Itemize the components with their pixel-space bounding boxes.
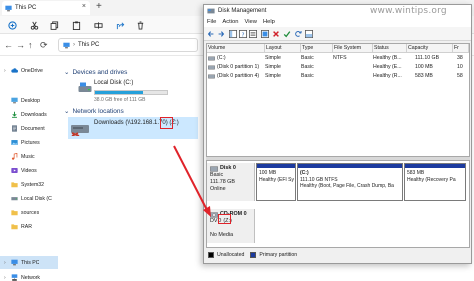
watermark-text: www.wintips.org xyxy=(370,6,447,16)
red-arrow xyxy=(173,145,211,217)
